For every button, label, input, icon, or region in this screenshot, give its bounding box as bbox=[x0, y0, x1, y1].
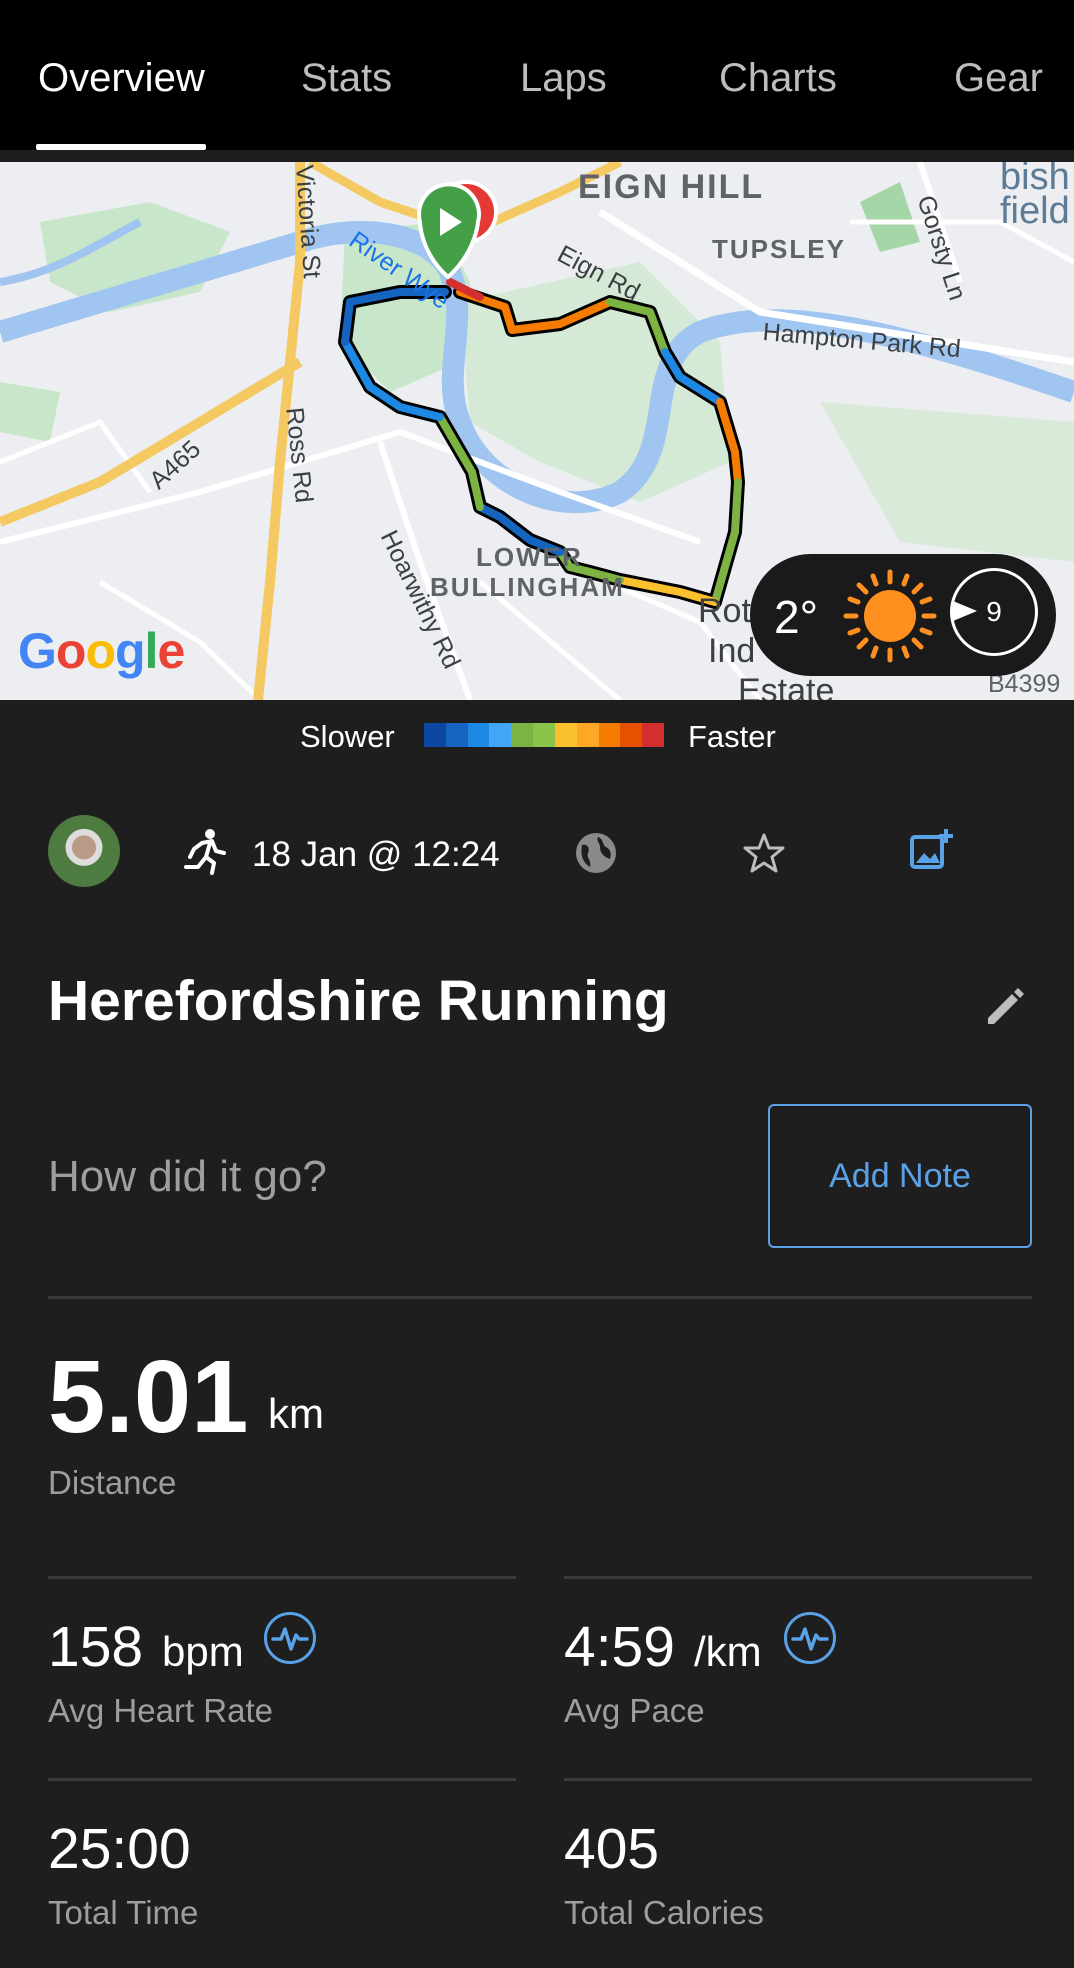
map-place-tupsley: TUPSLEY bbox=[712, 234, 846, 264]
total-time-value: 25:00 bbox=[48, 1817, 191, 1881]
avg-pace-unit: /km bbox=[694, 1628, 762, 1675]
tab-gear[interactable]: Gear bbox=[954, 56, 1043, 101]
pace-color-segment bbox=[554, 723, 577, 747]
running-icon bbox=[180, 827, 228, 880]
divider bbox=[564, 1778, 1032, 1781]
map-place-rot: Rot bbox=[698, 592, 751, 630]
divider bbox=[48, 1576, 516, 1579]
star-icon[interactable] bbox=[742, 831, 786, 880]
weather-temperature: 2° bbox=[774, 591, 818, 643]
pace-color-segment bbox=[489, 723, 512, 747]
tab-laps[interactable]: Laps bbox=[520, 56, 607, 101]
map-place-ind: Ind bbox=[708, 632, 756, 670]
active-tab-indicator bbox=[36, 144, 206, 150]
map-place-lower: LOWER bbox=[476, 542, 583, 572]
map-place-eign-hill: EIGN HILL bbox=[578, 168, 765, 206]
divider bbox=[48, 1778, 516, 1781]
pace-color-segment bbox=[445, 723, 468, 747]
pace-color-segment bbox=[598, 723, 621, 747]
avg-heart-rate-value: 158 bbox=[48, 1615, 144, 1679]
pace-color-segment bbox=[533, 723, 555, 747]
sun-icon bbox=[840, 566, 940, 671]
google-logo: Google bbox=[18, 623, 185, 679]
add-photo-icon[interactable] bbox=[908, 827, 954, 878]
legend-slower-label: Slower bbox=[300, 719, 395, 754]
pencil-icon[interactable] bbox=[982, 984, 1026, 1033]
tab-overview[interactable]: Overview bbox=[38, 56, 205, 101]
pace-color-segment bbox=[576, 723, 599, 747]
activity-title: Herefordshire Running bbox=[48, 969, 669, 1033]
weather-badge: 2° 9 bbox=[750, 554, 1056, 676]
pace-color-bar bbox=[424, 723, 664, 747]
avatar[interactable] bbox=[48, 815, 120, 887]
pace-legend: Slower Faster bbox=[0, 715, 1074, 755]
wind-indicator: 9 bbox=[950, 568, 1038, 656]
map-place-bullingham: BULLINGHAM bbox=[430, 572, 625, 602]
add-note-button[interactable]: Add Note bbox=[768, 1104, 1032, 1248]
tab-charts[interactable]: Charts bbox=[719, 56, 837, 101]
heart-rate-chart-icon[interactable] bbox=[264, 1612, 316, 1664]
pace-chart-icon[interactable] bbox=[784, 1612, 836, 1664]
distance-label: Distance bbox=[48, 1464, 177, 1501]
total-calories-label: Total Calories bbox=[564, 1894, 764, 1931]
map-place-estate: Estate bbox=[738, 672, 835, 700]
activity-meta-row: 18 Jan @ 12:24 bbox=[0, 815, 1074, 895]
avg-heart-rate-label: Avg Heart Rate bbox=[48, 1692, 274, 1729]
distance-value: 5.01 bbox=[48, 1339, 249, 1454]
note-prompt[interactable]: How did it go? bbox=[48, 1152, 327, 1202]
pace-color-segment bbox=[424, 723, 446, 747]
activity-date: 18 Jan @ 12:24 bbox=[252, 835, 500, 874]
pace-color-segment bbox=[511, 723, 534, 747]
pace-color-segment bbox=[620, 723, 643, 747]
total-calories-value: 405 bbox=[564, 1817, 660, 1881]
tab-stats[interactable]: Stats bbox=[301, 56, 392, 101]
legend-faster-label: Faster bbox=[688, 719, 776, 754]
divider bbox=[564, 1576, 1032, 1579]
avg-pace-label: Avg Pace bbox=[564, 1692, 705, 1729]
globe-icon[interactable] bbox=[574, 831, 618, 880]
distance-unit: km bbox=[268, 1390, 324, 1437]
total-time-label: Total Time bbox=[48, 1894, 199, 1931]
tab-bar: Overview Stats Laps Charts Gear bbox=[0, 0, 1074, 150]
avg-pace-value: 4:59 bbox=[564, 1615, 675, 1679]
avg-heart-rate-unit: bpm bbox=[162, 1628, 244, 1675]
wind-speed: 9 bbox=[986, 596, 1002, 627]
pace-color-segment bbox=[467, 723, 490, 747]
pace-color-segment bbox=[642, 723, 664, 747]
map-place-bishop-b: field bbox=[1000, 190, 1070, 232]
divider bbox=[48, 1296, 1032, 1299]
